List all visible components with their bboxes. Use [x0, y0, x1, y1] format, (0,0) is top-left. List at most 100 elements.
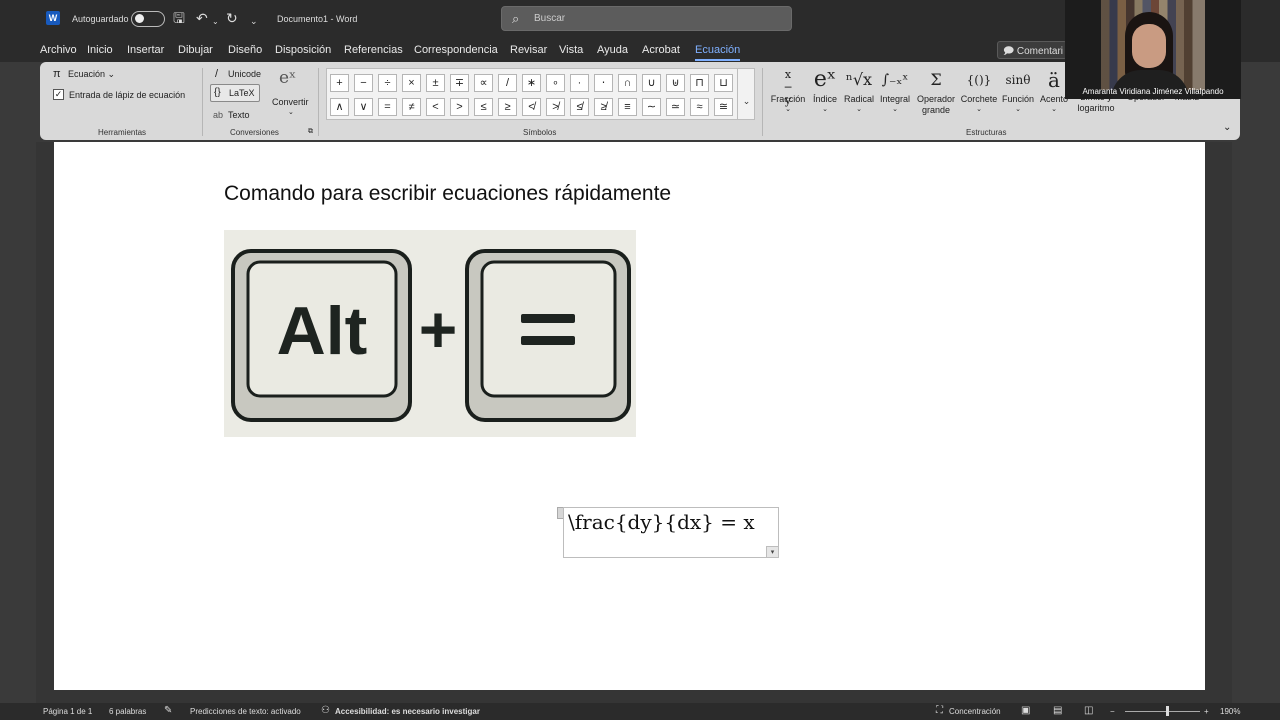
tab-dibujar[interactable]: Dibujar [178, 44, 213, 56]
collapse-ribbon-icon[interactable]: ⌄ [1223, 122, 1231, 133]
symbol-button[interactable]: ∝ [474, 74, 493, 92]
symbols-gallery: + − ÷ × ± ∓ ∝ / ∗ ∘ · ⋅ ∩ ∪ ⊎ ⊓ ⊔ ∧ ∨ = … [326, 68, 755, 120]
symbol-button[interactable]: ÷ [378, 74, 397, 92]
zoom-in-icon[interactable]: + [1204, 707, 1209, 716]
zoom-level[interactable]: 190% [1220, 707, 1240, 716]
tab-inicio[interactable]: Inicio [87, 44, 113, 56]
dialog-launcher-icon[interactable]: ⧉ [308, 128, 313, 136]
structure-label: Operador grande [916, 94, 956, 115]
latex-button[interactable]: {} LaTeX [210, 84, 260, 102]
convert-button[interactable]: Convertir [272, 97, 309, 107]
undo-dropdown-icon[interactable]: ⌄ [212, 14, 219, 30]
symbol-button[interactable]: = [378, 98, 397, 116]
symbol-button[interactable]: ≈ [690, 98, 709, 116]
web-layout-icon[interactable]: ◫ [1084, 705, 1093, 716]
symbol-button[interactable]: / [498, 74, 517, 92]
document-heading[interactable]: Comando para escribir ecuaciones rápidam… [224, 182, 671, 206]
comments-label: Comentari [1016, 46, 1064, 57]
symbol-button[interactable]: ∼ [642, 98, 661, 116]
symbol-button[interactable]: · [570, 74, 589, 92]
symbol-button[interactable]: ∓ [450, 74, 469, 92]
autosave-toggle[interactable] [131, 11, 165, 27]
symbol-button[interactable]: ∘ [546, 74, 565, 92]
tab-archivo[interactable]: Archivo [40, 44, 77, 56]
ribbon-divider [762, 68, 763, 136]
symbol-button[interactable]: ≠ [402, 98, 421, 116]
convert-chevron-icon[interactable]: ⌄ [288, 108, 294, 116]
tab-ayuda[interactable]: Ayuda [597, 44, 628, 56]
accessibility-status[interactable]: Accesibilidad: es necesario investigar [335, 707, 480, 716]
symbol-button[interactable]: ∗ [522, 74, 541, 92]
latex-label: LaTeX [229, 88, 255, 98]
symbol-button[interactable]: ± [426, 74, 445, 92]
bracket-icon: {()} [966, 73, 992, 87]
ink-equation-label[interactable]: Entrada de lápiz de ecuación [69, 90, 185, 100]
tab-disposicion[interactable]: Disposición [275, 44, 331, 56]
symbol-button[interactable]: < [426, 98, 445, 116]
symbol-button[interactable]: ≥ [498, 98, 517, 116]
page-count[interactable]: Página 1 de 1 [43, 707, 92, 716]
equation-options-icon[interactable]: ▾ [766, 546, 778, 557]
equation-latex-text[interactable]: \frac{dy}{dx} = x [568, 510, 755, 534]
print-layout-icon[interactable]: ▤ [1053, 705, 1062, 716]
equals-key-bar-bottom [521, 336, 575, 345]
tab-acrobat[interactable]: Acrobat [642, 44, 680, 56]
symbol-button[interactable]: ⊎ [666, 74, 685, 92]
search-box[interactable]: ⌕ Buscar [501, 6, 792, 31]
structure-large-operator-button[interactable]: Σ Operador grande [914, 66, 958, 116]
read-mode-icon[interactable]: ▣ [1021, 705, 1030, 716]
unicode-button[interactable]: Unicode [228, 69, 261, 79]
save-icon[interactable]: 🖫 [173, 10, 185, 26]
symbol-button[interactable]: − [354, 74, 373, 92]
undo-icon[interactable]: ↶ [196, 10, 208, 26]
equation-tool-icon: π [53, 68, 61, 80]
symbol-button[interactable]: ≰ [570, 98, 589, 116]
symbol-button[interactable]: × [402, 74, 421, 92]
chevron-down-icon: ⌄ [976, 106, 982, 113]
symbol-button[interactable]: ⊓ [690, 74, 709, 92]
symbol-button[interactable]: + [330, 74, 349, 92]
tab-correspondencia[interactable]: Correspondencia [414, 44, 498, 56]
tab-insertar[interactable]: Insertar [127, 44, 164, 56]
zoom-out-icon[interactable]: − [1110, 707, 1115, 716]
symbols-more-button[interactable]: ⌄ [737, 68, 755, 120]
symbol-button[interactable]: > [450, 98, 469, 116]
text-button[interactable]: Texto [228, 110, 250, 120]
tab-vista[interactable]: Vista [559, 44, 583, 56]
search-placeholder: Buscar [534, 13, 566, 24]
customize-toolbar-icon[interactable]: ⌄ [250, 13, 258, 29]
search-icon: ⌕ [512, 11, 520, 26]
symbol-button[interactable]: ∧ [330, 98, 349, 116]
symbol-button[interactable]: ≃ [666, 98, 685, 116]
symbol-button[interactable]: ⊔ [714, 74, 733, 92]
tab-ecuacion[interactable]: Ecuación [695, 44, 741, 61]
equation-dropdown-button[interactable]: Ecuación ⌄ [68, 69, 115, 80]
equals-key-bar-top [521, 314, 575, 323]
symbol-button[interactable]: ≮ [522, 98, 541, 116]
symbol-button[interactable]: ⋅ [594, 74, 613, 92]
tab-diseno[interactable]: Diseño [228, 44, 262, 56]
symbol-button[interactable]: ≯ [546, 98, 565, 116]
focus-mode-button[interactable]: Concentración [949, 707, 1001, 716]
symbol-button[interactable]: ∨ [354, 98, 373, 116]
ink-equation-checkbox-icon[interactable]: ✓ [53, 89, 64, 100]
tab-revisar[interactable]: Revisar [510, 44, 547, 56]
structure-bracket-button[interactable]: {()} Corchete ⌄ [957, 66, 1001, 115]
redo-icon[interactable]: ↻ [226, 10, 238, 26]
zoom-slider-track[interactable] [1125, 711, 1200, 712]
symbol-button[interactable]: ≅ [714, 98, 733, 116]
symbol-button[interactable]: ≡ [618, 98, 637, 116]
alt-equals-keys-image[interactable]: Alt + [224, 230, 636, 437]
symbol-button[interactable]: ≤ [474, 98, 493, 116]
autosave-label: Autoguardado [72, 14, 129, 24]
proofing-icon[interactable]: ✎ [164, 705, 172, 716]
text-predictions-status[interactable]: Predicciones de texto: activado [190, 707, 301, 716]
zoom-slider-thumb[interactable] [1166, 706, 1169, 716]
word-count[interactable]: 6 palabras [109, 707, 146, 716]
symbol-button[interactable]: ≱ [594, 98, 613, 116]
symbol-button[interactable]: ∩ [618, 74, 637, 92]
symbol-button[interactable]: ∪ [642, 74, 661, 92]
structure-integral-button[interactable]: ∫₋ₓˣ Integral ⌄ [873, 66, 917, 115]
comments-button[interactable]: 🗩 Comentari [997, 41, 1067, 59]
tab-referencias[interactable]: Referencias [344, 44, 403, 56]
